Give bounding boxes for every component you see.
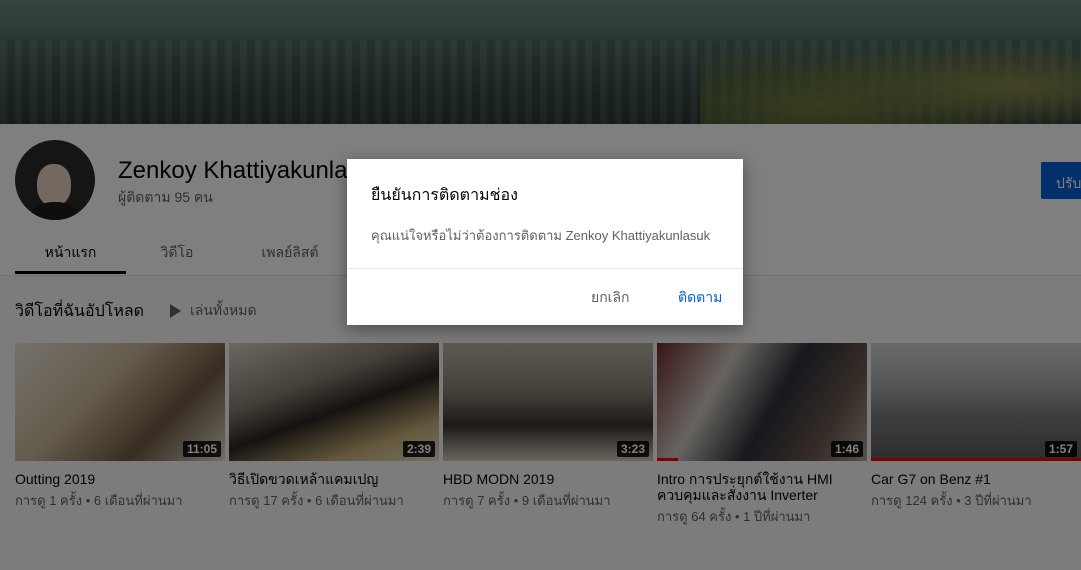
dialog-title: ยืนยันการติดตามช่อง: [371, 187, 518, 204]
dialog-divider: [347, 268, 743, 269]
dialog-message: คุณแน่ใจหรือไม่ว่าต้องการติดตาม Zenkoy K…: [371, 228, 711, 243]
subscribe-button[interactable]: ติดตาม: [678, 287, 722, 309]
cancel-button[interactable]: ยกเลิก: [591, 287, 630, 309]
subscribe-confirm-dialog: ยืนยันการติดตามช่อง คุณแน่ใจหรือไม่ว่าต้…: [347, 159, 743, 325]
